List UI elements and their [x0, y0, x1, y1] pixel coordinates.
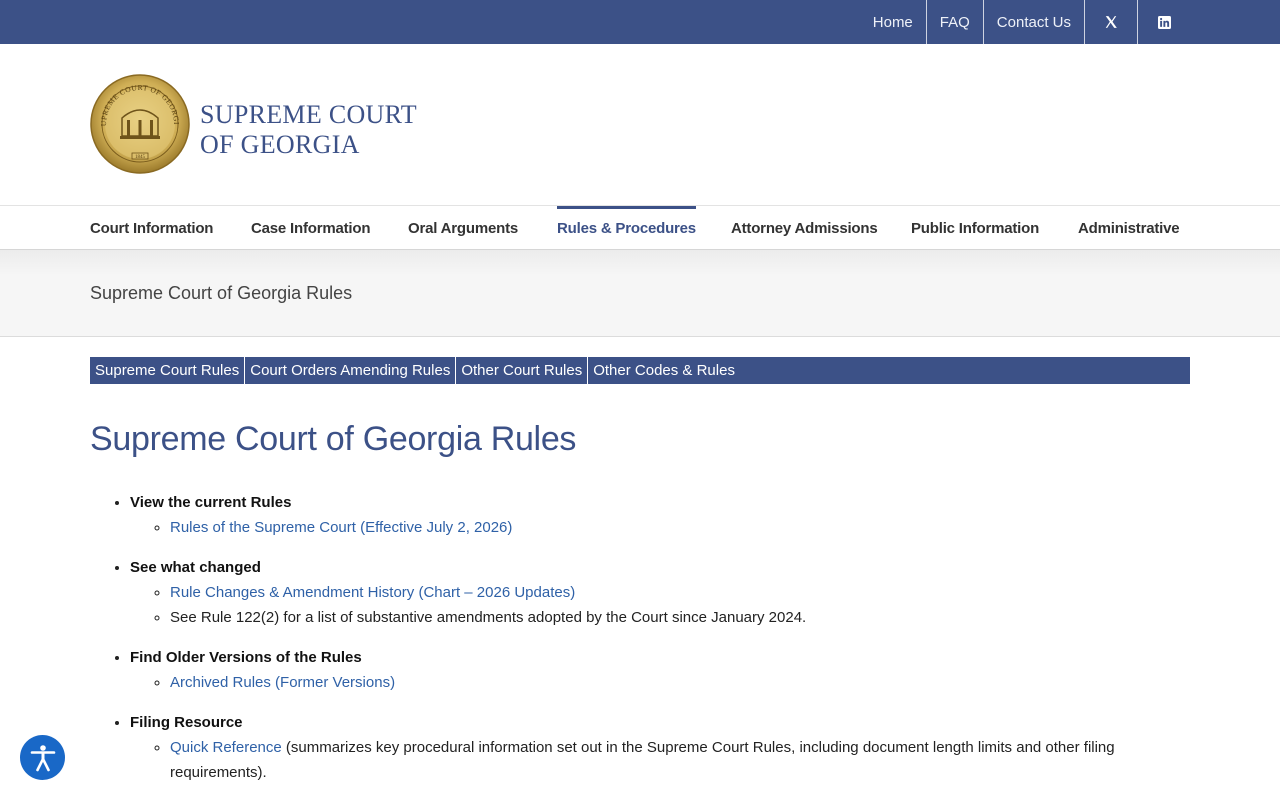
site-title-line1: SUPREME COURT: [200, 100, 417, 129]
main-nav-public-information[interactable]: Public Information: [911, 206, 1039, 250]
court-seal-logo[interactable]: 1845 SUPREME COURT OF GEORGIA: [87, 67, 190, 174]
list-item: View the current Rules Rules of the Supr…: [130, 490, 1190, 540]
main-nav-attorney-admissions[interactable]: Attorney Admissions: [731, 206, 878, 250]
rules-list: View the current Rules Rules of the Supr…: [90, 490, 1190, 785]
list-item: Rules of the Supreme Court (Effective Ju…: [170, 515, 1190, 540]
list-item: Quick Reference (summarizes key procedur…: [170, 735, 1190, 785]
site-title[interactable]: SUPREME COURT OF GEORGIA: [200, 100, 417, 160]
rules-content: View the current Rules Rules of the Supr…: [90, 490, 1190, 800]
list-item: See Rule 122(2) for a list of substantiv…: [170, 605, 1190, 630]
main-nav-rules-procedures[interactable]: Rules & Procedures: [557, 206, 696, 250]
content-heading: Supreme Court of Georgia Rules: [90, 420, 577, 458]
list-item: Archived Rules (Former Versions): [170, 670, 1190, 695]
page-title: Supreme Court of Georgia Rules: [90, 283, 353, 303]
sub-nav-other-codes-rules[interactable]: Other Codes & Rules: [588, 357, 740, 384]
main-nav: Court Information Case Information Oral …: [0, 205, 1280, 250]
top-bar: Home FAQ Contact Us: [0, 0, 1280, 44]
accessibility-icon: [30, 744, 55, 771]
main-nav-court-information[interactable]: Court Information: [90, 206, 213, 250]
quick-reference-link[interactable]: Quick Reference: [170, 739, 282, 756]
top-nav: Home FAQ Contact Us: [860, 0, 1190, 44]
rule-changes-link[interactable]: Rule Changes & Amendment History (Chart …: [170, 584, 575, 601]
list-item: See what changed Rule Changes & Amendmen…: [130, 555, 1190, 630]
list-item: Rule Changes & Amendment History (Chart …: [170, 580, 1190, 605]
site-title-line2: OF GEORGIA: [200, 130, 360, 159]
top-nav-contact[interactable]: Contact Us: [982, 0, 1084, 44]
quick-reference-description: (summarizes key procedural information s…: [170, 739, 1115, 781]
list-item: Filing Resource Quick Reference (summari…: [130, 710, 1190, 785]
current-rules-link[interactable]: Rules of the Supreme Court (Effective Ju…: [170, 519, 512, 536]
page-title-bar: Supreme Court of Georgia Rules: [0, 250, 1280, 337]
section-label: View the current Rules: [130, 494, 292, 511]
sub-nav-court-orders[interactable]: Court Orders Amending Rules: [245, 357, 457, 384]
section-label: Find Older Versions of the Rules: [130, 649, 362, 666]
main-nav-oral-arguments[interactable]: Oral Arguments: [408, 206, 518, 250]
section-label: Filing Resource: [130, 714, 243, 731]
main-nav-administrative[interactable]: Administrative: [1078, 206, 1180, 250]
linkedin-icon[interactable]: [1137, 0, 1190, 44]
rule-122-note: See Rule 122(2) for a list of substantiv…: [170, 609, 807, 626]
site-header: 1845 SUPREME COURT OF GEORGIA SUPREME CO…: [0, 44, 1280, 205]
sub-nav-other-court-rules[interactable]: Other Court Rules: [456, 357, 589, 384]
x-twitter-icon[interactable]: [1084, 0, 1137, 44]
top-nav-faq[interactable]: FAQ: [925, 0, 983, 44]
rules-sub-nav: Supreme Court Rules Court Orders Amendin…: [90, 357, 1190, 384]
seal-year: 1845: [135, 155, 146, 160]
archived-rules-link[interactable]: Archived Rules (Former Versions): [170, 674, 395, 691]
accessibility-button[interactable]: [20, 735, 65, 780]
sub-nav-supreme-court-rules[interactable]: Supreme Court Rules: [90, 357, 246, 384]
section-label: See what changed: [130, 559, 261, 576]
list-item: Find Older Versions of the Rules Archive…: [130, 645, 1190, 695]
main-nav-case-information[interactable]: Case Information: [251, 206, 371, 250]
top-nav-home[interactable]: Home: [860, 0, 926, 44]
